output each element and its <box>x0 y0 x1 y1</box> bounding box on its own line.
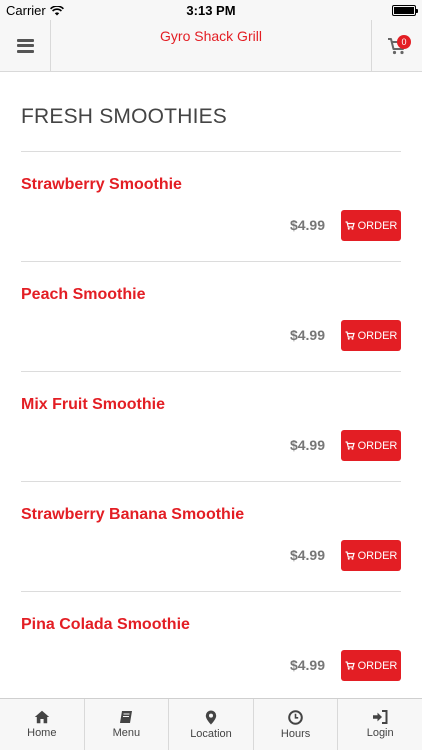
restaurant-title: Gyro Shack Grill <box>160 28 262 44</box>
menu-item: Peach Smoothie $4.99 ORDER <box>21 262 401 372</box>
order-button[interactable]: ORDER <box>341 650 401 681</box>
book-icon <box>120 711 133 723</box>
item-price: $4.99 <box>289 547 325 563</box>
item-name[interactable]: Mix Fruit Smoothie <box>21 396 165 414</box>
order-button[interactable]: ORDER <box>341 430 401 461</box>
item-price: $4.99 <box>289 327 325 343</box>
item-price: $4.99 <box>289 657 325 673</box>
item-name[interactable]: Peach Smoothie <box>21 286 145 304</box>
cart-icon <box>345 661 355 670</box>
cart-icon <box>345 551 355 560</box>
order-label: ORDER <box>357 329 398 342</box>
clock-icon <box>288 709 303 725</box>
tab-label: Home <box>27 727 57 739</box>
tab-menu[interactable]: Menu <box>85 699 170 750</box>
item-name[interactable]: Pina Colada Smoothie <box>21 616 190 634</box>
menu-item: Pina Colada Smoothie $4.99 ORDER <box>21 592 401 698</box>
section-title: FRESH SMOOTHIES <box>21 105 228 128</box>
item-name[interactable]: Strawberry Smoothie <box>21 176 182 194</box>
cart-icon <box>345 331 355 340</box>
tab-label: Menu <box>112 727 141 739</box>
order-label: ORDER <box>357 439 398 452</box>
menu-item: Mix Fruit Smoothie $4.99 ORDER <box>21 372 401 482</box>
home-icon <box>34 710 49 724</box>
nav-bar: Gyro Shack Grill 0 <box>0 20 422 72</box>
cart-count-badge: 0 <box>397 35 411 49</box>
hamburger-icon <box>16 38 34 53</box>
tab-location[interactable]: Location <box>169 699 254 750</box>
sign-in-icon <box>373 710 388 724</box>
battery-icon <box>392 5 418 16</box>
cart-icon <box>345 221 355 230</box>
tab-label: Location <box>190 727 232 740</box>
order-label: ORDER <box>357 549 398 562</box>
order-button[interactable]: ORDER <box>341 320 401 351</box>
cart-icon <box>345 441 355 450</box>
tab-login[interactable]: Login <box>338 699 422 750</box>
tab-bar: Home Menu Location Hours Login <box>0 698 422 750</box>
menu-button[interactable] <box>0 20 51 71</box>
order-button[interactable]: ORDER <box>341 210 401 241</box>
status-time: 3:13 PM <box>186 3 236 18</box>
menu-item: Strawberry Smoothie $4.99 ORDER <box>21 152 401 262</box>
cart-button[interactable]: 0 <box>371 20 422 71</box>
order-label: ORDER <box>357 659 398 672</box>
order-label: ORDER <box>357 219 398 232</box>
tab-hours[interactable]: Hours <box>254 699 339 750</box>
menu-item: Strawberry Banana Smoothie $4.99 ORDER <box>21 482 401 592</box>
tab-label: Login <box>366 727 394 739</box>
order-button[interactable]: ORDER <box>341 540 401 571</box>
item-name[interactable]: Strawberry Banana Smoothie <box>21 506 244 524</box>
tab-label: Hours <box>280 727 311 740</box>
status-bar: Carrier 3:13 PM <box>0 0 422 20</box>
tab-home[interactable]: Home <box>0 699 85 750</box>
map-pin-icon <box>205 710 217 724</box>
menu-content: FRESH SMOOTHIES Strawberry Smoothie $4.9… <box>0 72 422 698</box>
item-price: $4.99 <box>289 437 325 453</box>
item-price: $4.99 <box>289 217 325 233</box>
